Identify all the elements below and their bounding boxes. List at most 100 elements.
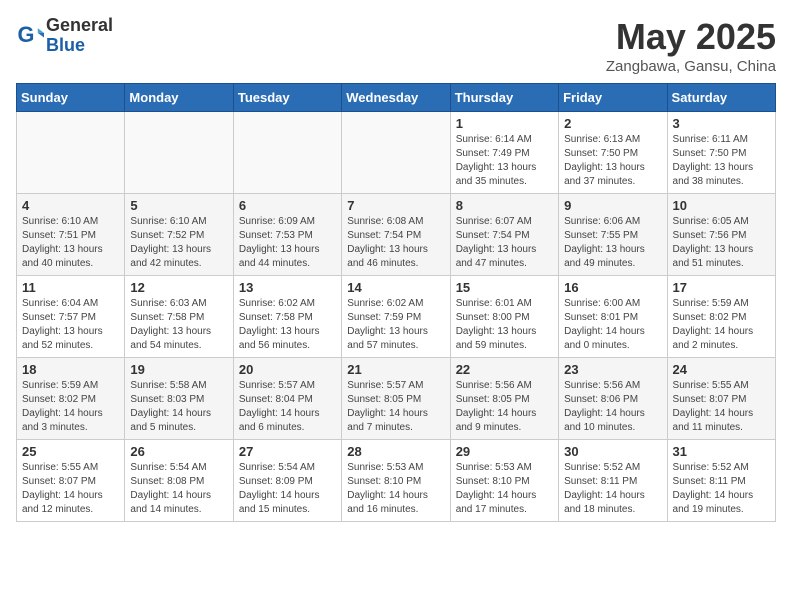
day-number: 3	[673, 116, 770, 131]
day-number: 6	[239, 198, 336, 213]
day-number: 8	[456, 198, 553, 213]
day-cell: 22Sunrise: 5:56 AM Sunset: 8:05 PM Dayli…	[450, 358, 558, 440]
day-info: Sunrise: 5:59 AM Sunset: 8:02 PM Dayligh…	[22, 379, 119, 435]
day-number: 31	[673, 444, 770, 459]
day-number: 26	[130, 444, 227, 459]
day-cell: 2 Sunrise: 6:13 AM Sunset: 7:50 PM Daylig…	[559, 112, 667, 194]
day-info: Sunrise: 5:57 AM Sunset: 8:05 PM Dayligh…	[347, 379, 444, 435]
logo: G General Blue	[16, 16, 113, 56]
day-number: 5	[130, 198, 227, 213]
day-cell: 27 Sunrise: 5:54 AM Sunset: 8:09 PM Dayli…	[233, 440, 341, 522]
day-number: 16	[564, 280, 661, 295]
day-number: 13	[239, 280, 336, 295]
day-info: Sunrise: 5:53 AM Sunset: 8:10 PM Dayligh…	[456, 461, 553, 517]
day-info: Sunrise: 6:14 AM Sunset: 7:49 PM Dayligh…	[456, 133, 553, 189]
day-info: Sunrise: 6:01 AM Sunset: 8:00 PM Dayligh…	[456, 297, 553, 353]
logo-text: General Blue	[46, 16, 113, 56]
day-cell: 11 Sunrise: 6:04 AM Sunset: 7:57 PM Dayli…	[17, 276, 125, 358]
day-info: Sunrise: 5:55 AM Sunset: 8:07 PM Dayligh…	[22, 461, 119, 517]
day-number: 7	[347, 198, 444, 213]
weekday-header-wednesday: Wednesday	[342, 84, 450, 112]
day-cell: 14 Sunrise: 6:02 AM Sunset: 7:59 PM Dayli…	[342, 276, 450, 358]
week-row-4: 18Sunrise: 5:59 AM Sunset: 8:02 PM Dayli…	[17, 358, 776, 440]
day-info: Sunrise: 5:54 AM Sunset: 8:08 PM Dayligh…	[130, 461, 227, 517]
logo-general: General	[46, 16, 113, 36]
day-info: Sunrise: 5:53 AM Sunset: 8:10 PM Dayligh…	[347, 461, 444, 517]
day-cell: 23 Sunrise: 5:56 AM Sunset: 8:06 PM Dayli…	[559, 358, 667, 440]
day-number: 23	[564, 362, 661, 377]
week-row-1: 1 Sunrise: 6:14 AM Sunset: 7:49 PM Daylig…	[17, 112, 776, 194]
day-cell: 9 Sunrise: 6:06 AM Sunset: 7:55 PM Daylig…	[559, 194, 667, 276]
day-info: Sunrise: 5:56 AM Sunset: 8:06 PM Dayligh…	[564, 379, 661, 435]
day-number: 30	[564, 444, 661, 459]
day-cell: 13 Sunrise: 6:02 AM Sunset: 7:58 PM Dayli…	[233, 276, 341, 358]
day-cell: 10 Sunrise: 6:05 AM Sunset: 7:56 PM Dayli…	[667, 194, 775, 276]
day-number: 12	[130, 280, 227, 295]
day-number: 1	[456, 116, 553, 131]
day-info: Sunrise: 5:54 AM Sunset: 8:09 PM Dayligh…	[239, 461, 336, 517]
day-info: Sunrise: 6:02 AM Sunset: 7:58 PM Dayligh…	[239, 297, 336, 353]
day-cell: 17 Sunrise: 5:59 AM Sunset: 8:02 PM Dayli…	[667, 276, 775, 358]
day-info: Sunrise: 6:02 AM Sunset: 7:59 PM Dayligh…	[347, 297, 444, 353]
day-number: 21	[347, 362, 444, 377]
day-info: Sunrise: 6:03 AM Sunset: 7:58 PM Dayligh…	[130, 297, 227, 353]
day-cell: 24Sunrise: 5:55 AM Sunset: 8:07 PM Dayli…	[667, 358, 775, 440]
day-cell: 20Sunrise: 5:57 AM Sunset: 8:04 PM Dayli…	[233, 358, 341, 440]
day-number: 11	[22, 280, 119, 295]
weekday-header-row: SundayMondayTuesdayWednesdayThursdayFrid…	[17, 84, 776, 112]
svg-text:G: G	[18, 22, 35, 47]
day-cell: 29Sunrise: 5:53 AM Sunset: 8:10 PM Dayli…	[450, 440, 558, 522]
day-cell: 16 Sunrise: 6:00 AM Sunset: 8:01 PM Dayli…	[559, 276, 667, 358]
calendar-location: Zangbawa, Gansu, China	[606, 58, 776, 75]
weekday-header-friday: Friday	[559, 84, 667, 112]
day-cell	[233, 112, 341, 194]
day-cell: 12 Sunrise: 6:03 AM Sunset: 7:58 PM Dayli…	[125, 276, 233, 358]
logo-icon: G	[16, 22, 44, 50]
week-row-2: 4 Sunrise: 6:10 AM Sunset: 7:51 PM Daylig…	[17, 194, 776, 276]
logo-blue: Blue	[46, 36, 113, 56]
day-cell: 28 Sunrise: 5:53 AM Sunset: 8:10 PM Dayli…	[342, 440, 450, 522]
day-cell: 4 Sunrise: 6:10 AM Sunset: 7:51 PM Daylig…	[17, 194, 125, 276]
day-number: 2	[564, 116, 661, 131]
day-info: Sunrise: 6:08 AM Sunset: 7:54 PM Dayligh…	[347, 215, 444, 271]
day-number: 19	[130, 362, 227, 377]
day-info: Sunrise: 6:06 AM Sunset: 7:55 PM Dayligh…	[564, 215, 661, 271]
day-cell: 15 Sunrise: 6:01 AM Sunset: 8:00 PM Dayli…	[450, 276, 558, 358]
day-info: Sunrise: 6:13 AM Sunset: 7:50 PM Dayligh…	[564, 133, 661, 189]
day-info: Sunrise: 6:09 AM Sunset: 7:53 PM Dayligh…	[239, 215, 336, 271]
day-info: Sunrise: 5:57 AM Sunset: 8:04 PM Dayligh…	[239, 379, 336, 435]
day-info: Sunrise: 5:59 AM Sunset: 8:02 PM Dayligh…	[673, 297, 770, 353]
day-info: Sunrise: 6:05 AM Sunset: 7:56 PM Dayligh…	[673, 215, 770, 271]
day-info: Sunrise: 6:07 AM Sunset: 7:54 PM Dayligh…	[456, 215, 553, 271]
day-cell: 31 Sunrise: 5:52 AM Sunset: 8:11 PM Dayli…	[667, 440, 775, 522]
day-info: Sunrise: 5:52 AM Sunset: 8:11 PM Dayligh…	[564, 461, 661, 517]
day-number: 4	[22, 198, 119, 213]
day-cell: 1 Sunrise: 6:14 AM Sunset: 7:49 PM Daylig…	[450, 112, 558, 194]
day-cell: 19 Sunrise: 5:58 AM Sunset: 8:03 PM Dayli…	[125, 358, 233, 440]
day-number: 17	[673, 280, 770, 295]
day-info: Sunrise: 6:10 AM Sunset: 7:51 PM Dayligh…	[22, 215, 119, 271]
day-cell: 6 Sunrise: 6:09 AM Sunset: 7:53 PM Daylig…	[233, 194, 341, 276]
day-cell: 30 Sunrise: 5:52 AM Sunset: 8:11 PM Dayli…	[559, 440, 667, 522]
day-number: 28	[347, 444, 444, 459]
day-cell	[17, 112, 125, 194]
day-info: Sunrise: 6:00 AM Sunset: 8:01 PM Dayligh…	[564, 297, 661, 353]
day-number: 22	[456, 362, 553, 377]
day-cell: 5Sunrise: 6:10 AM Sunset: 7:52 PM Daylig…	[125, 194, 233, 276]
day-cell: 25Sunrise: 5:55 AM Sunset: 8:07 PM Dayli…	[17, 440, 125, 522]
day-number: 15	[456, 280, 553, 295]
calendar-table: SundayMondayTuesdayWednesdayThursdayFrid…	[16, 83, 776, 522]
day-number: 14	[347, 280, 444, 295]
day-number: 27	[239, 444, 336, 459]
day-cell	[125, 112, 233, 194]
day-cell: 18Sunrise: 5:59 AM Sunset: 8:02 PM Dayli…	[17, 358, 125, 440]
day-cell: 7 Sunrise: 6:08 AM Sunset: 7:54 PM Daylig…	[342, 194, 450, 276]
day-cell	[342, 112, 450, 194]
day-number: 9	[564, 198, 661, 213]
week-row-5: 25Sunrise: 5:55 AM Sunset: 8:07 PM Dayli…	[17, 440, 776, 522]
weekday-header-monday: Monday	[125, 84, 233, 112]
day-info: Sunrise: 5:52 AM Sunset: 8:11 PM Dayligh…	[673, 461, 770, 517]
day-info: Sunrise: 5:58 AM Sunset: 8:03 PM Dayligh…	[130, 379, 227, 435]
day-number: 10	[673, 198, 770, 213]
day-info: Sunrise: 6:04 AM Sunset: 7:57 PM Dayligh…	[22, 297, 119, 353]
